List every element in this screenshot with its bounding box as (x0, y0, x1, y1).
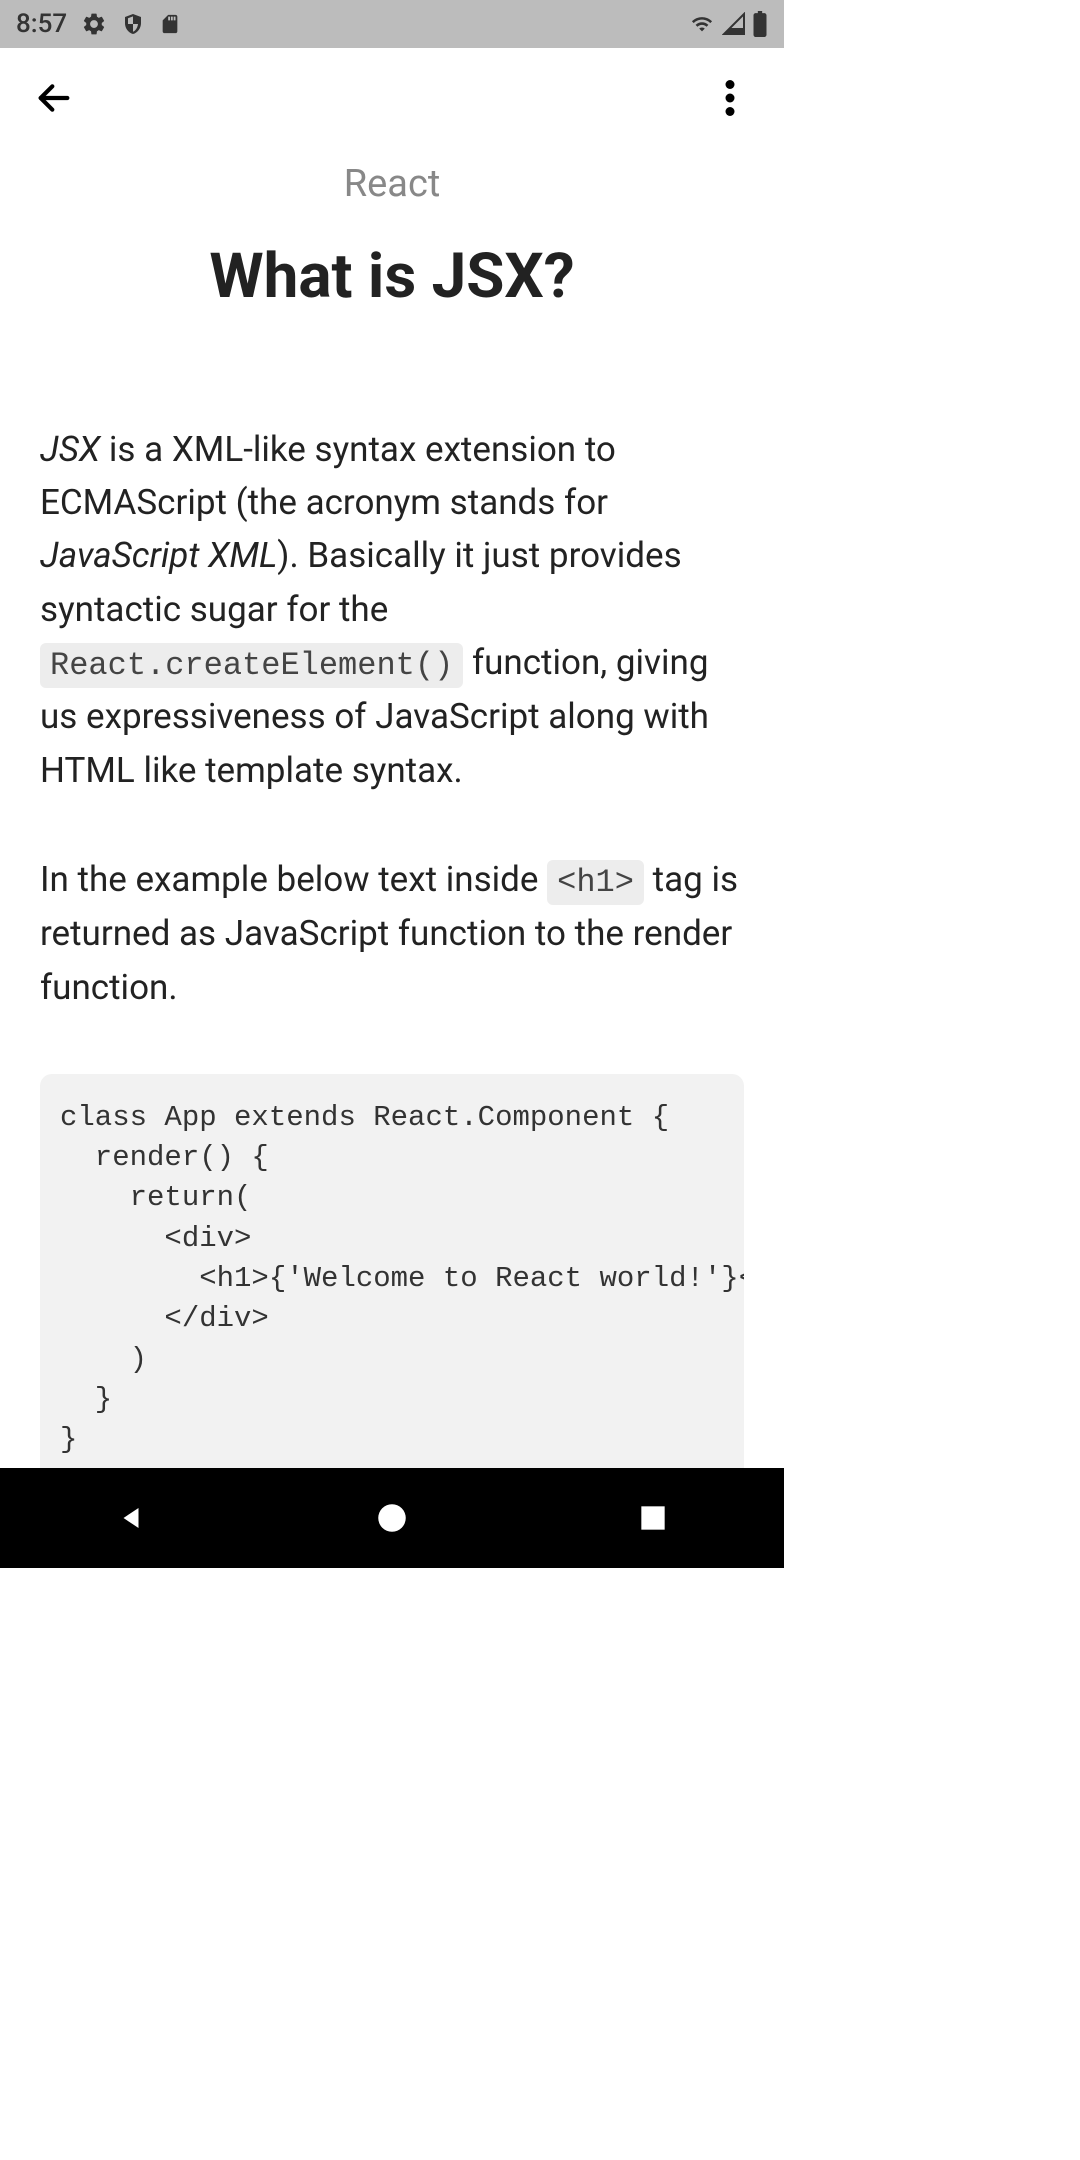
para1-em1: JSX (40, 429, 100, 470)
nav-triangle-back-icon (116, 1503, 146, 1533)
app-bar (0, 48, 784, 148)
nav-circle-home-icon (377, 1503, 407, 1533)
para1-t1: is a XML-like syntax extension to ECMASc… (40, 429, 616, 523)
status-bar: 8:57 (0, 0, 784, 48)
signal-icon (722, 12, 746, 36)
status-left: 8:57 (16, 9, 181, 39)
wifi-icon (688, 13, 716, 35)
battery-icon (752, 11, 768, 37)
nav-back-button[interactable] (101, 1488, 161, 1548)
paragraph-2: In the example below text inside <h1> ta… (40, 853, 744, 1014)
back-button[interactable] (30, 74, 78, 122)
status-right (688, 11, 768, 37)
nav-home-button[interactable] (362, 1488, 422, 1548)
gear-icon (81, 11, 107, 37)
status-time: 8:57 (16, 9, 67, 39)
nav-square-recent-icon (639, 1504, 667, 1532)
shield-icon (121, 12, 145, 36)
page-title: What is JSX? (40, 240, 744, 313)
para1-em2: JavaScript XML (40, 535, 277, 576)
category-label: React (40, 162, 744, 206)
inline-code-1: React.createElement() (40, 643, 463, 688)
more-options-button[interactable] (706, 74, 754, 122)
arrow-left-icon (34, 78, 74, 118)
inline-code-2: <h1> (547, 860, 644, 905)
more-vert-icon (725, 80, 735, 116)
nav-recent-button[interactable] (623, 1488, 683, 1548)
paragraph-1: JSX is a XML-like syntax extension to EC… (40, 423, 744, 797)
content: React What is JSX? JSX is a XML-like syn… (0, 162, 784, 1484)
sd-card-icon (159, 11, 181, 37)
code-block: class App extends React.Component { rend… (40, 1074, 744, 1485)
para2-t1: In the example below text inside (40, 859, 547, 900)
navigation-bar (0, 1468, 784, 1568)
